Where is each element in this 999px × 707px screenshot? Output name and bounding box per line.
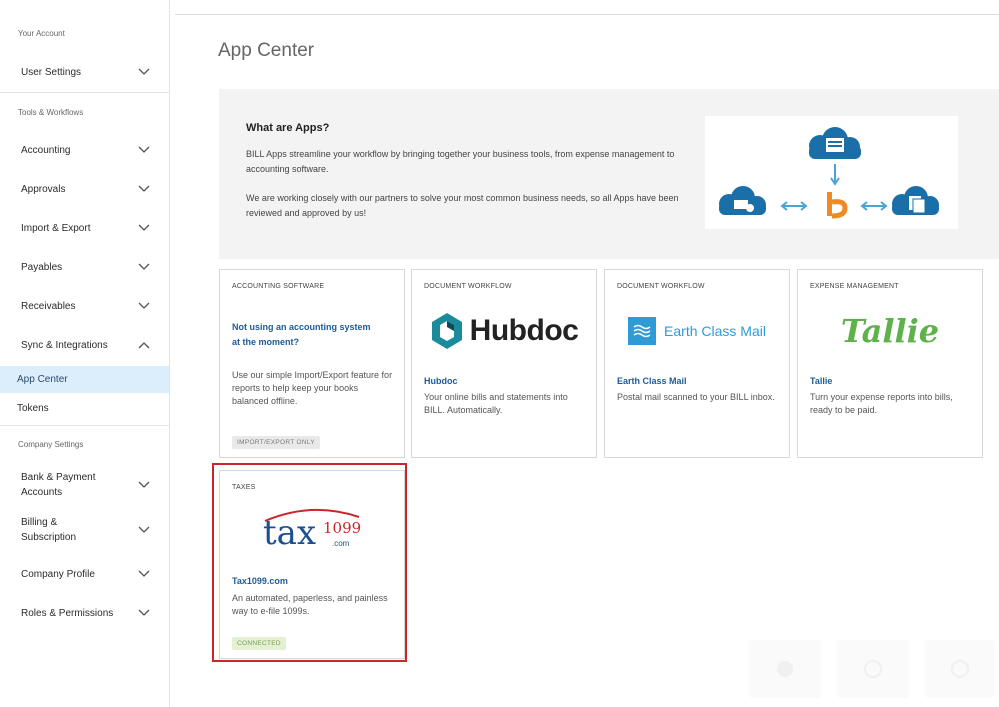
card-description: Use our simple Import/Export feature for… bbox=[232, 370, 393, 406]
sidebar-item-label: Billing & Subscription bbox=[21, 515, 76, 545]
floating-action-button[interactable] bbox=[749, 640, 821, 698]
card-app-name-link[interactable]: Tallie bbox=[810, 376, 832, 386]
chat-icon bbox=[951, 660, 969, 678]
app-card-earth-class-mail[interactable]: DOCUMENT WORKFLOW Earth Class Mail Earth… bbox=[604, 269, 790, 458]
card-category: EXPENSE MANAGEMENT bbox=[810, 283, 899, 290]
earth-class-mail-logo: Earth Class Mail bbox=[605, 306, 789, 356]
tallie-logo: Tallie bbox=[798, 306, 982, 356]
highlight-box bbox=[212, 463, 407, 662]
section-label-company: Company Settings bbox=[18, 440, 84, 449]
chevron-down-icon bbox=[137, 260, 151, 274]
section-label-tools: Tools & Workflows bbox=[18, 108, 84, 117]
sidebar-item-sync-integrations[interactable]: Sync & Integrations bbox=[0, 335, 169, 355]
chevron-down-icon bbox=[137, 567, 151, 581]
cloud-document-icon bbox=[809, 127, 861, 159]
sidebar-item-user-settings[interactable]: User Settings bbox=[0, 62, 169, 82]
sidebar-item-label: App Center bbox=[17, 374, 68, 385]
sidebar-item-bank-payment[interactable]: Bank & Payment Accounts bbox=[0, 469, 169, 501]
chevron-down-icon bbox=[137, 478, 151, 492]
sidebar-item-label: Payables bbox=[21, 261, 63, 273]
app-card-accounting-software[interactable]: ACCOUNTING SOFTWARE Not using an account… bbox=[219, 269, 405, 458]
header-divider bbox=[175, 14, 999, 15]
info-paragraph: BILL Apps streamline your workflow by br… bbox=[246, 149, 675, 174]
tallie-wordmark: Tallie bbox=[840, 312, 940, 350]
info-paragraph: We are working closely with our partners… bbox=[246, 193, 679, 218]
card-description: Postal mail scanned to your BILL inbox. bbox=[617, 392, 775, 402]
chevron-down-icon bbox=[137, 523, 151, 537]
chevron-up-icon bbox=[137, 338, 151, 352]
app-root: Your Account User Settings Tools & Workf… bbox=[0, 0, 999, 707]
sidebar-item-roles-permissions[interactable]: Roles & Permissions bbox=[0, 603, 169, 623]
floating-action-button[interactable] bbox=[925, 640, 995, 698]
card-app-name-link[interactable]: Hubdoc bbox=[424, 376, 458, 386]
bill-logo-icon bbox=[827, 192, 848, 219]
card-headline-link[interactable]: Not using an accounting system at the mo… bbox=[232, 320, 372, 350]
sidebar-item-import-export[interactable]: Import & Export bbox=[0, 218, 169, 238]
sidebar-item-label: Receivables bbox=[21, 300, 76, 312]
card-category: DOCUMENT WORKFLOW bbox=[424, 283, 512, 290]
sidebar-item-approvals[interactable]: Approvals bbox=[0, 179, 169, 199]
chevron-down-icon bbox=[137, 606, 151, 620]
card-category: DOCUMENT WORKFLOW bbox=[617, 283, 705, 290]
sidebar-divider bbox=[0, 92, 169, 93]
sidebar-item-label: Sync & Integrations bbox=[21, 339, 108, 351]
sidebar-item-label: Import & Export bbox=[21, 222, 91, 234]
settings-sidebar: Your Account User Settings Tools & Workf… bbox=[0, 0, 170, 707]
cloud-settings-icon bbox=[719, 186, 766, 215]
card-description: Your online bills and statements into BI… bbox=[424, 392, 568, 415]
info-title: What are Apps? bbox=[246, 122, 330, 134]
sidebar-item-company-profile[interactable]: Company Profile bbox=[0, 564, 169, 584]
sidebar-item-payables[interactable]: Payables bbox=[0, 257, 169, 277]
app-card-tallie[interactable]: EXPENSE MANAGEMENT Tallie Tallie Turn yo… bbox=[797, 269, 983, 458]
integration-illustration bbox=[705, 116, 958, 229]
card-app-name-link[interactable]: Earth Class Mail bbox=[617, 376, 687, 386]
cloud-files-icon bbox=[892, 186, 939, 215]
label-line: Subscription bbox=[21, 532, 77, 543]
chevron-down-icon bbox=[137, 65, 151, 79]
app-card-hubdoc[interactable]: DOCUMENT WORKFLOW Hubdoc Hubdoc Your onl… bbox=[411, 269, 597, 458]
sidebar-item-label: Company Profile bbox=[21, 568, 95, 580]
earth-class-mail-wordmark: Earth Class Mail bbox=[664, 323, 766, 339]
status-badge: IMPORT/EXPORT ONLY bbox=[232, 436, 320, 449]
floating-action-button[interactable] bbox=[837, 640, 909, 698]
sidebar-item-tokens[interactable]: Tokens bbox=[17, 403, 49, 414]
section-label-account: Your Account bbox=[18, 29, 65, 38]
label-line: Bank & Payment bbox=[21, 472, 96, 483]
wave-icon bbox=[628, 317, 657, 345]
help-icon bbox=[864, 660, 882, 678]
hubdoc-logo: Hubdoc bbox=[412, 306, 596, 356]
card-description: Turn your expense reports into bills, re… bbox=[810, 392, 953, 415]
info-icon bbox=[777, 661, 793, 677]
sidebar-item-label: Bank & Payment Accounts bbox=[21, 470, 95, 500]
sidebar-item-label: Accounting bbox=[21, 144, 71, 156]
label-line: Accounts bbox=[21, 487, 63, 498]
sidebar-item-billing-subscription[interactable]: Billing & Subscription bbox=[0, 514, 169, 546]
chevron-down-icon bbox=[137, 182, 151, 196]
page-title: App Center bbox=[218, 40, 315, 61]
label-line: Billing & bbox=[21, 517, 58, 528]
sidebar-item-label: User Settings bbox=[21, 66, 82, 78]
hubdoc-mark-icon bbox=[431, 313, 462, 349]
sidebar-item-accounting[interactable]: Accounting bbox=[0, 140, 169, 160]
chevron-down-icon bbox=[137, 143, 151, 157]
chevron-down-icon bbox=[137, 221, 151, 235]
sidebar-item-label: Roles & Permissions bbox=[21, 607, 114, 619]
sidebar-item-app-center[interactable]: App Center bbox=[0, 366, 169, 393]
hubdoc-wordmark: Hubdoc bbox=[469, 314, 579, 347]
sidebar-item-receivables[interactable]: Receivables bbox=[0, 296, 169, 316]
what-are-apps-panel: What are Apps? BILL Apps streamline your… bbox=[219, 89, 999, 259]
sidebar-item-label: Approvals bbox=[21, 183, 66, 195]
chevron-down-icon bbox=[137, 299, 151, 313]
card-category: ACCOUNTING SOFTWARE bbox=[232, 283, 325, 290]
sidebar-divider bbox=[0, 425, 169, 426]
